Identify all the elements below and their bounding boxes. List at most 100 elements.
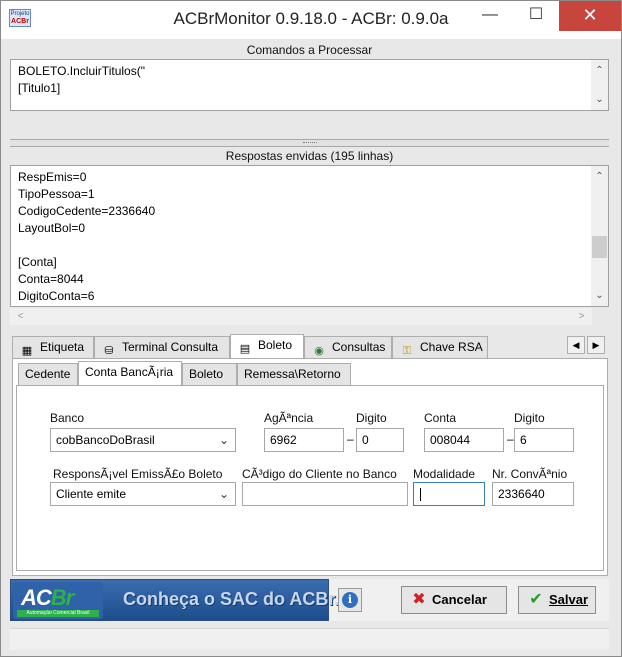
checkmark-icon: ✔: [529, 591, 543, 608]
close-icon: ✕: [582, 5, 598, 25]
commands-memo[interactable]: BOLETO.IncluirTitulos(" [Titulo1] ⌃ ⌄: [10, 59, 609, 111]
resp-emissao-label: ResponsÃ¡vel EmissÃ£o Boleto: [53, 467, 223, 481]
main-tabs: ▦ Etiqueta ⛁ Terminal Consulta ▤ Boleto ◉ Co…: [12, 334, 608, 358]
conta-label: Conta: [424, 411, 457, 425]
convenio-label: Nr. ConvÃªnio: [492, 467, 568, 481]
modalidade-field[interactable]: [413, 482, 485, 506]
triangle-right-icon: ▶: [592, 340, 600, 350]
commands-scrollbar[interactable]: ⌃ ⌄: [591, 60, 608, 110]
footer-bar: ACBr Automação Comercial Brasil Conheça …: [10, 579, 609, 621]
cancel-label: Cancelar: [432, 592, 487, 607]
agencia-digito-field[interactable]: 0: [356, 428, 404, 452]
tab-remessa-retorno[interactable]: Remessa\Retorno: [237, 363, 351, 385]
tab-scroll-right-button[interactable]: ▶: [587, 336, 605, 354]
conta-bancaria-page: Banco cobBancoDoBrasil ⌄ AgÃªncia 6962 –…: [16, 385, 604, 571]
chevron-down-icon: ⌄: [218, 433, 229, 447]
tab-chave-rsa[interactable]: ⚿ Chave RSA: [392, 336, 488, 358]
tab-label: Boleto: [189, 367, 224, 381]
tab-cedente[interactable]: Cedente: [18, 363, 78, 385]
save-button[interactable]: ✔ Salvar: [518, 586, 596, 614]
responses-line: [18, 237, 608, 254]
scroll-thumb[interactable]: [592, 236, 607, 258]
minimize-button[interactable]: —: [467, 1, 513, 31]
triangle-left-icon: ◀: [572, 340, 580, 350]
tab-label: Cedente: [25, 367, 71, 381]
logo-text: ACBr: [21, 585, 74, 611]
conta-field[interactable]: 008044: [424, 428, 504, 452]
logo-text-ac: AC: [21, 585, 52, 610]
close-button[interactable]: ✕: [559, 1, 621, 31]
scroll-left-icon[interactable]: <: [12, 308, 29, 325]
conta-digito-field[interactable]: 6: [514, 428, 574, 452]
responses-header: Respostas envidas (195 linhas): [225, 149, 394, 163]
barcode-icon: ▦: [21, 345, 33, 357]
tab-label: Etiqueta: [40, 340, 85, 354]
sac-banner[interactable]: ACBr Automação Comercial Brasil Conheça …: [10, 579, 339, 621]
status-bar: [10, 628, 609, 650]
boleto-tab-page: Cedente Conta BancÃ¡ria Boleto Remessa\R…: [12, 358, 608, 576]
save-label: Salvar: [549, 592, 589, 607]
maximize-button[interactable]: ☐: [513, 1, 559, 31]
banco-value: cobBancoDoBrasil: [56, 433, 155, 447]
responses-scrollbar[interactable]: ⌃ ⌄: [591, 166, 608, 306]
tab-label: Chave RSA: [420, 340, 483, 354]
agencia-field[interactable]: 6962: [264, 428, 344, 452]
convenio-field[interactable]: 2336640: [492, 482, 574, 506]
resp-emissao-value: Cliente emite: [56, 487, 127, 501]
tab-boleto[interactable]: ▤ Boleto: [230, 334, 304, 358]
tab-label: Boleto: [258, 338, 293, 352]
conta-separator: –: [507, 432, 514, 446]
text-caret: [420, 488, 421, 501]
cancel-icon: ✖: [412, 591, 426, 608]
title-bar: Projeto ACBr ACBrMonitor 0.9.18.0 - ACBr…: [1, 1, 621, 39]
tab-conta-bancaria[interactable]: Conta BancÃ¡ria: [78, 361, 182, 385]
responses-line: [Conta]: [18, 255, 57, 269]
tab-scroll-left-button[interactable]: ◀: [567, 336, 585, 354]
tab-terminal-consulta[interactable]: ⛁ Terminal Consulta: [94, 336, 230, 358]
codigo-cliente-label: CÃ³digo do Cliente no Banco: [242, 467, 397, 481]
responses-line: TipoPessoa=1: [18, 187, 95, 201]
cancel-button[interactable]: ✖ Cancelar: [401, 586, 507, 614]
commands-line: BOLETO.IncluirTitulos(": [18, 64, 145, 78]
panel-splitter[interactable]: [10, 139, 609, 147]
conta-digito-label: Digito: [514, 411, 545, 425]
scroll-down-icon[interactable]: ⌄: [591, 287, 608, 304]
responses-line: LayoutBol=0: [18, 221, 86, 235]
app-window: Projeto ACBr ACBrMonitor 0.9.18.0 - ACBr…: [0, 0, 622, 657]
responses-memo[interactable]: RespEmis=0 TipoPessoa=1 CodigoCedente=23…: [10, 165, 609, 307]
info-button[interactable]: i: [338, 588, 362, 612]
responses-line: DigitoConta=6: [18, 289, 95, 303]
tab-sub-boleto[interactable]: Boleto: [182, 363, 237, 385]
chevron-down-icon: ⌄: [218, 487, 229, 501]
tab-etiqueta[interactable]: ▦ Etiqueta: [12, 336, 94, 358]
scroll-down-icon[interactable]: ⌄: [591, 91, 608, 108]
logo-text-br: Br: [50, 585, 74, 610]
splitter-grip: [303, 142, 317, 144]
agencia-separator: –: [347, 432, 354, 446]
tab-label: Remessa\Retorno: [244, 367, 341, 381]
scroll-up-icon[interactable]: ⌃: [591, 62, 608, 79]
resp-emissao-select[interactable]: Cliente emite ⌄: [50, 482, 236, 506]
commands-header: Comandos a Processar: [246, 43, 373, 57]
codigo-cliente-field[interactable]: [242, 482, 408, 506]
globe-icon: ◉: [314, 345, 324, 357]
agencia-digito-label: Digito: [356, 411, 387, 425]
tab-consultas[interactable]: ◉ Consultas: [304, 336, 392, 358]
acbr-logo: ACBr Automação Comercial Brasil: [13, 582, 103, 619]
commands-line: [Titulo1]: [18, 81, 61, 95]
responses-line: CodigoCedente=2336640: [18, 204, 156, 218]
database-icon: ⛁: [104, 345, 114, 357]
sub-tabs: Cedente Conta BancÃ¡ria Boleto Remessa\R…: [18, 361, 602, 385]
logo-subtitle: Automação Comercial Brasil: [17, 610, 99, 617]
scroll-right-icon[interactable]: >: [573, 308, 590, 325]
key-icon: ⚿: [402, 345, 412, 357]
responses-line: Conta=8044: [18, 272, 84, 286]
tab-label: Terminal Consulta: [122, 340, 219, 354]
boleto-icon: ▤: [239, 343, 251, 355]
tab-label: Conta BancÃ¡ria: [85, 365, 174, 379]
scroll-up-icon[interactable]: ⌃: [591, 168, 608, 185]
tab-label: Consultas: [332, 340, 386, 354]
banco-select[interactable]: cobBancoDoBrasil ⌄: [50, 428, 236, 452]
modalidade-label: Modalidade: [413, 467, 476, 481]
responses-hscrollbar[interactable]: < >: [10, 308, 592, 325]
